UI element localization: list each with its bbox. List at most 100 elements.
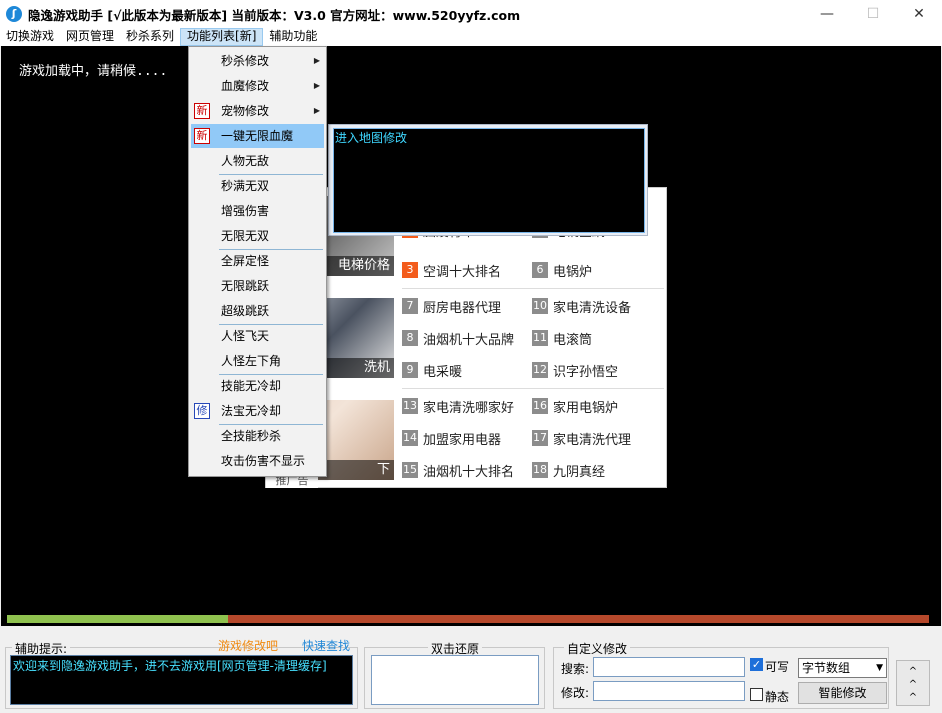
rank-item[interactable]: 12 识字孙悟空 [532, 358, 662, 382]
menu-item-infinite-hp-mp[interactable]: 新一键无限血魔 [191, 124, 324, 148]
rank-text: 加盟家用电器 [423, 432, 502, 448]
smart-modify-button[interactable]: 智能修改 [798, 682, 887, 704]
rank-row: 8 油烟机十大品牌 11 电滚筒 [402, 326, 662, 350]
quick-search-link[interactable]: 快速查找 [302, 637, 350, 654]
rank-item[interactable]: 3 空调十大排名 [402, 258, 532, 282]
modify-label: 修改: [561, 686, 590, 700]
rank-number: 14 [402, 430, 418, 446]
writable-checkbox[interactable]: ✓ [750, 658, 763, 671]
menu-item-no-skill-cooldown[interactable]: 技能无冷却 [191, 374, 324, 398]
menu-item-pet-modify[interactable]: 新宠物修改 ▶ [191, 99, 324, 123]
menu-item-invincible[interactable]: 人物无敌 [191, 149, 324, 173]
chevron-up-icon: ^ [908, 692, 918, 703]
menu-item-label: 人怪飞天 [221, 329, 270, 343]
rank-item[interactable]: 11 电滚筒 [532, 326, 662, 350]
submenu-arrow-icon: ▶ [313, 56, 320, 65]
rank-item[interactable]: 15 油烟机十大排名 [402, 458, 532, 482]
menu-seckill-series[interactable]: 秒杀系列 [120, 28, 180, 46]
search-label: 搜索: [561, 662, 590, 676]
menu-item-hp-mp-modify[interactable]: 血魔修改 ▶ [191, 74, 324, 98]
close-button[interactable]: ✕ [896, 0, 942, 28]
menu-web-manage[interactable]: 网页管理 [60, 28, 120, 46]
menu-item-label: 全屏定怪 [221, 254, 270, 268]
rank-item[interactable]: 16 家用电锅炉 [532, 394, 662, 418]
minimize-button[interactable]: — [804, 0, 850, 28]
rank-text: 家用电锅炉 [553, 400, 619, 416]
menu-item-infinite-jump[interactable]: 无限跳跃 [191, 274, 324, 298]
rank-row: 14 加盟家用电器 17 家电清洗代理 [402, 426, 662, 450]
rank-item[interactable]: 9 电采暖 [402, 358, 532, 382]
rank-item[interactable]: 14 加盟家用电器 [402, 426, 532, 450]
chevron-down-icon: ▼ [876, 663, 883, 673]
submenu-arrow-icon: ▶ [313, 81, 320, 90]
maximize-button[interactable]: ☐ [850, 0, 896, 28]
modify-input[interactable] [593, 681, 745, 701]
menu-switch-game[interactable]: 切换游戏 [0, 28, 60, 46]
rank-divider [402, 288, 664, 289]
menu-item-boost-damage[interactable]: 增强伤害 [191, 199, 324, 223]
rank-number: 8 [402, 330, 418, 346]
rank-number: 10 [532, 298, 548, 314]
rank-text: 电锅炉 [553, 264, 593, 280]
menu-item-label: 法宝无冷却 [221, 404, 282, 418]
rank-item[interactable]: 6 电锅炉 [532, 258, 662, 282]
menu-feature-list[interactable]: 功能列表[新] [180, 28, 264, 46]
new-badge-icon: 新 [194, 103, 210, 119]
map-popup: 进入地图修改 [328, 124, 648, 236]
rank-text: 油烟机十大排名 [423, 464, 515, 480]
rank-item[interactable]: 7 厨房电器代理 [402, 294, 532, 318]
collapse-button[interactable]: ^ ^ ^ [896, 660, 930, 706]
rank-row: 7 厨房电器代理 10 家电清洗设备 [402, 294, 662, 318]
menu-item-label: 秒满无双 [221, 179, 270, 193]
menu-item-label: 攻击伤害不显示 [221, 454, 306, 468]
loading-text: 游戏加载中，请稍候.... [19, 64, 168, 79]
menu-item-super-jump[interactable]: 超级跳跃 [191, 299, 324, 323]
menu-assist[interactable]: 辅助功能 [263, 28, 323, 46]
new-badge-icon: 新 [194, 128, 210, 144]
static-checkbox[interactable] [750, 688, 763, 701]
menu-item-hide-damage[interactable]: 攻击伤害不显示 [191, 449, 324, 473]
rank-number: 12 [532, 362, 548, 378]
menu-bar: 切换游戏 网页管理 秒杀系列 功能列表[新] 辅助功能 [0, 28, 942, 46]
rank-item[interactable]: 18 九阴真经 [532, 458, 662, 482]
app-logo-icon: ʃ [6, 6, 22, 22]
rank-row: 9 电采暖 12 识字孙悟空 [402, 358, 662, 382]
menu-item-label: 人物无敌 [221, 154, 270, 168]
menu-item-bottom-left[interactable]: 人怪左下角 [191, 349, 324, 373]
menu-item-all-skill-seckill[interactable]: 全技能秒杀 [191, 424, 324, 448]
rank-text: 九阴真经 [553, 464, 606, 480]
map-popup-label: 进入地图修改 [335, 131, 408, 145]
menu-item-no-treasure-cooldown[interactable]: 修法宝无冷却 [191, 399, 324, 423]
rank-text: 电滚筒 [553, 332, 593, 348]
game-modify-link[interactable]: 游戏修改吧 [218, 637, 278, 654]
rank-item[interactable]: 17 家电清洗代理 [532, 426, 662, 450]
window-title: 隐逸游戏助手 [√此版本为最新版本] 当前版本：V3.0 官方网址：www.52… [28, 7, 521, 23]
chevron-up-icon: ^ [908, 666, 918, 677]
menu-item-label: 秒杀修改 [221, 54, 270, 68]
hint-text-box[interactable]: 欢迎来到隐逸游戏助手，进不去游戏用[网页管理-清理缓存] [10, 655, 353, 705]
rank-item[interactable]: 8 油烟机十大品牌 [402, 326, 532, 350]
map-popup-screen[interactable]: 进入地图修改 [333, 128, 645, 233]
menu-item-label: 宠物修改 [221, 104, 270, 118]
rank-item[interactable]: 13 家电清洗哪家好 [402, 394, 532, 418]
menu-item-label: 超级跳跃 [221, 304, 270, 318]
rank-number: 15 [402, 462, 418, 478]
menu-item-fly[interactable]: 人怪飞天 [191, 324, 324, 348]
rank-number: 18 [532, 462, 548, 478]
feature-list-dropdown: 秒杀修改 ▶ 血魔修改 ▶ 新宠物修改 ▶ 新一键无限血魔 人物无敌 秒满无双 增强伤… [188, 46, 327, 477]
menu-item-full-musou[interactable]: 秒满无双 [191, 174, 324, 198]
custom-modify-label: 自定义修改 [564, 640, 631, 657]
menu-item-label: 全技能秒杀 [221, 429, 282, 443]
menu-item-seckill-modify[interactable]: 秒杀修改 ▶ [191, 49, 324, 73]
rank-row: 13 家电清洗哪家好 16 家用电锅炉 [402, 394, 662, 418]
rank-text: 家电清洗哪家好 [423, 400, 515, 416]
search-input[interactable] [593, 657, 745, 677]
menu-item-infinite-musou[interactable]: 无限无双 [191, 224, 324, 248]
rank-text: 家电清洗设备 [553, 300, 632, 316]
menu-item-freeze-monsters[interactable]: 全屏定怪 [191, 249, 324, 273]
menu-item-label: 一键无限血魔 [221, 129, 294, 143]
restore-box[interactable] [371, 655, 539, 705]
rank-number: 11 [532, 330, 548, 346]
rank-item[interactable]: 10 家电清洗设备 [532, 294, 662, 318]
data-type-select[interactable]: 字节数组 ▼ [798, 658, 887, 678]
